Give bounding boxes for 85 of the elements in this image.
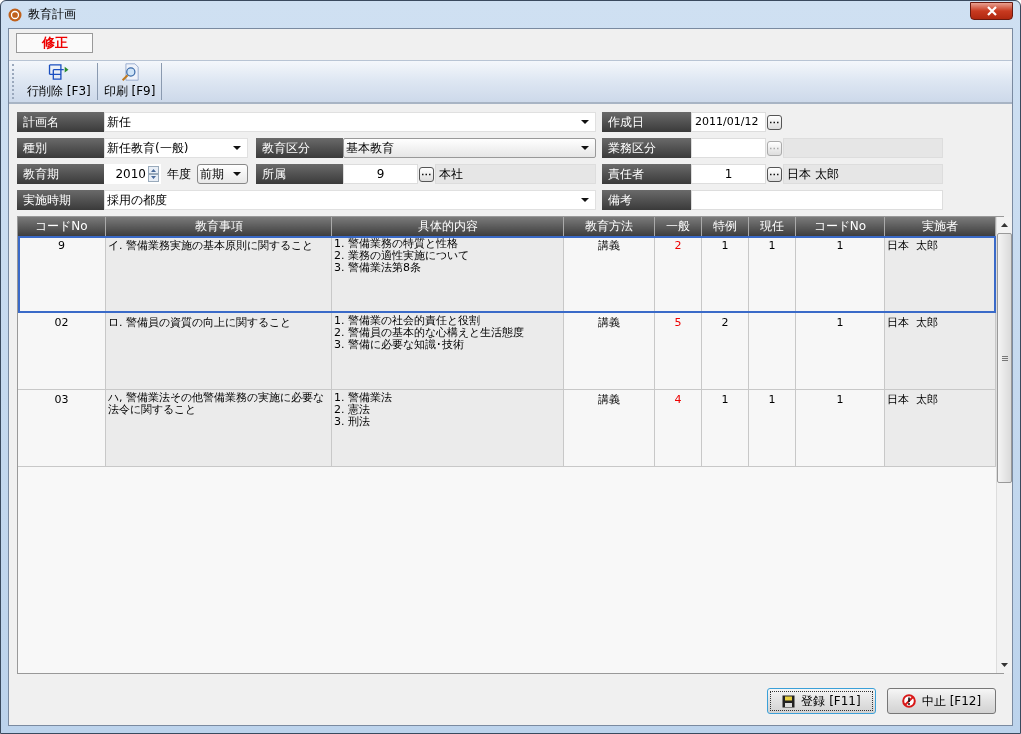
column-header[interactable]: 教育事項 — [105, 217, 332, 236]
table-cell: 1 — [721, 240, 729, 252]
dropdown[interactable]: 新任教育(一般) — [104, 138, 248, 158]
table-cell: 9 — [58, 240, 65, 252]
field-label: 教育区分 — [256, 138, 343, 158]
table-cell: イ. 警備業務実施の基本原則に関すること — [108, 240, 313, 252]
dropdown-caret-icon — [581, 198, 589, 202]
name-field: 日本 太郎 — [783, 164, 943, 184]
column-header[interactable]: コードNo — [795, 217, 885, 236]
dropdown-caret-icon — [233, 172, 241, 176]
dropdown[interactable]: 新任 — [104, 112, 596, 132]
scroll-down-icon[interactable] — [1001, 663, 1008, 667]
field-label: 実施時期 — [17, 190, 104, 210]
spin-field[interactable]: 2010 — [104, 164, 161, 184]
table-cell: 1 — [768, 240, 776, 252]
dropdown-caret-icon — [233, 146, 241, 150]
table-cell: ロ. 警備員の資質の向上に関すること — [108, 317, 291, 329]
prohibited-icon — [901, 694, 916, 708]
table-row[interactable]: 9 イ. 警備業務実施の基本原則に関すること 1. 警備業務の特質と性格 2. 業務の適性実施について 3. 警備業法第8条 講義 2 1 1 1 日本 太郎 — [18, 236, 996, 313]
table-cell: 5 — [674, 317, 682, 329]
table-cell: 1 — [836, 394, 844, 406]
toolbar-button[interactable]: 行削除 [F3] — [21, 61, 97, 102]
code-field[interactable]: 1 — [691, 164, 766, 184]
dropdown[interactable]: 基本教育 — [343, 138, 596, 158]
ellipsis-button[interactable] — [767, 114, 782, 130]
field-label: 備考 — [602, 190, 691, 210]
column-header[interactable]: 現任 — [748, 217, 796, 236]
column-header[interactable]: 実施者 — [884, 217, 996, 236]
table-cell: 講義 — [598, 394, 620, 406]
field-label: 所属 — [256, 164, 343, 184]
remarks-field[interactable] — [691, 190, 943, 210]
code-field[interactable]: 9 — [343, 164, 418, 184]
field-label: 業務区分 — [602, 138, 691, 158]
app-icon — [8, 7, 22, 22]
field-label: 作成日 — [602, 112, 691, 132]
date-field[interactable]: 2011/01/12 — [691, 112, 766, 132]
ellipsis-button[interactable] — [767, 166, 782, 182]
table-cell: 1 — [836, 240, 844, 252]
table-cell: 1 — [768, 394, 776, 406]
table-row[interactable]: 03 ハ, 警備業法その他警備業務の実施に必要な法令に関すること 1. 警備業法 2. 憲法 3. 刑法 講義 4 1 1 1 日本 太郎 — [18, 389, 996, 467]
close-icon[interactable] — [985, 5, 998, 16]
table-cell: 日本 太郎 — [887, 394, 938, 406]
table-cell: 03 — [54, 394, 69, 406]
close-button[interactable] — [970, 1, 1013, 20]
field-label: 種別 — [17, 138, 104, 158]
table-cell: 1. 警備業務の特質と性格 2. 業務の適性実施について 3. 警備業法第8条 — [334, 238, 469, 274]
vertical-scrollbar[interactable] — [996, 217, 1012, 673]
table-cell: 1 — [836, 317, 844, 329]
field-label: 責任者 — [602, 164, 691, 184]
unit-label: 年度 — [166, 165, 192, 183]
column-header[interactable]: 教育方法 — [563, 217, 655, 236]
table-cell: 日本 太郎 — [887, 317, 938, 329]
footer-button[interactable]: 中止 [F12] — [887, 688, 996, 714]
name-field: 本社 — [435, 164, 596, 184]
mode-indicator: 修正 — [16, 33, 93, 53]
column-header[interactable]: 特例 — [701, 217, 749, 236]
scroll-up-icon[interactable] — [1001, 223, 1008, 227]
field-label: 計画名 — [17, 112, 104, 132]
dropdown-caret-icon — [581, 146, 589, 150]
dropdown-caret-icon — [581, 120, 589, 124]
table-cell-text: ハ, 警備業法その他警備業務の実施に必要な法令に関すること — [108, 392, 325, 416]
column-header[interactable]: コードNo — [18, 217, 106, 236]
table-cell: 2 — [674, 240, 682, 252]
rows-arrow-icon — [46, 63, 71, 81]
spin-arrows-icon — [148, 166, 159, 182]
dropdown[interactable]: 前期 — [197, 164, 248, 184]
table-cell: 講義 — [598, 317, 620, 329]
table-cell: 02 — [54, 317, 69, 329]
table-cell: 1. 警備業の社会的責任と役割 2. 警備員の基本的な心構えと生活態度 3. 警備に必要な知識･技術 — [334, 315, 524, 351]
column-header[interactable]: 具体的内容 — [331, 217, 564, 236]
table-row[interactable]: 02 ロ. 警備員の資質の向上に関すること 1. 警備業の社会的責任と役割 2. 警備員の基本的な心構えと生活態度 3. 警備に必要な知識･技術 講義 5 2 1 日本 太郎 — [18, 312, 996, 390]
field-label: 教育期 — [17, 164, 104, 184]
dropdown[interactable]: 採用の都度 — [104, 190, 596, 210]
table-cell: 講義 — [598, 240, 620, 252]
table-cell: 1. 警備業法 2. 憲法 3. 刑法 — [334, 392, 392, 428]
table-cell: 4 — [674, 394, 682, 406]
scroll-thumb[interactable] — [997, 233, 1012, 483]
footer-button[interactable]: 登録 [F11] — [767, 688, 876, 714]
table-cell: 日本 太郎 — [887, 240, 938, 252]
table-cell: 1 — [721, 394, 729, 406]
toolbar-button[interactable]: 印刷 [F9] — [97, 61, 162, 102]
column-header[interactable]: 一般 — [654, 217, 702, 236]
ellipsis-button[interactable] — [419, 166, 434, 182]
window-title: 教育計画 — [28, 6, 77, 23]
table-cell: 2 — [721, 317, 729, 329]
